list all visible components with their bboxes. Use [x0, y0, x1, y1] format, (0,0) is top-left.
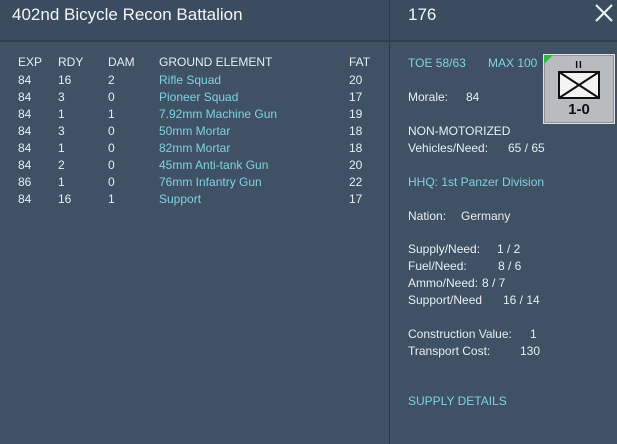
- vehicles-value: 65 / 65: [508, 141, 545, 155]
- transport-value: 130: [520, 344, 541, 358]
- table-header-row: EXP RDY DAM GROUND ELEMENT FAT: [12, 54, 389, 71]
- cell-dam: 1: [108, 191, 115, 206]
- cell-rdy: 1: [58, 140, 65, 155]
- motorization-status: NON-MOTORIZED: [408, 124, 511, 138]
- nation-label: Nation:: [408, 209, 447, 223]
- cell-dam: 0: [108, 157, 115, 172]
- cell-dam: 1: [108, 106, 115, 121]
- close-icon: [595, 4, 613, 22]
- recon-symbol-icon: [558, 71, 600, 99]
- cell-fat: 19: [349, 106, 363, 121]
- unit-title: 402nd Bicycle Recon Battalion: [12, 5, 243, 24]
- support-value: 16 / 14: [503, 293, 540, 307]
- panel-divider: [389, 0, 390, 444]
- column-header-fat[interactable]: FAT: [349, 54, 389, 71]
- cell-rdy: 1: [58, 174, 65, 189]
- toe-link[interactable]: TOE 58/63: [408, 56, 466, 70]
- hhq-link[interactable]: HHQ: 1st Panzer Division: [408, 175, 544, 189]
- ground-element-link[interactable]: 82mm Mortar: [159, 139, 349, 156]
- cell-rdy: 16: [58, 72, 72, 87]
- ground-element-link[interactable]: 50mm Mortar: [159, 122, 349, 139]
- table-row: 84 3 0 Pioneer Squad 17: [12, 88, 389, 105]
- cell-exp: 84: [18, 106, 32, 121]
- cell-dam: 0: [108, 123, 115, 138]
- column-header-exp[interactable]: EXP: [12, 54, 58, 71]
- cell-exp: 84: [18, 89, 32, 104]
- cell-rdy: 16: [58, 191, 72, 206]
- cell-dam: 0: [108, 174, 115, 189]
- morale-value: 84: [466, 90, 480, 104]
- ground-element-link[interactable]: Pioneer Squad: [159, 88, 349, 105]
- table-row: 84 16 2 Rifle Squad 20: [12, 71, 389, 88]
- cell-fat: 20: [349, 157, 363, 172]
- unit-counter[interactable]: II 1-0: [543, 54, 615, 124]
- unit-strength-label: 1-0: [568, 101, 590, 118]
- supply-value: 1 / 2: [497, 242, 521, 256]
- ground-element-link[interactable]: 45mm Anti-tank Gun: [159, 156, 349, 173]
- cell-fat: 17: [349, 191, 363, 206]
- column-header-dam[interactable]: DAM: [108, 54, 159, 71]
- supply-label: Supply/Need:: [408, 242, 481, 256]
- header-separator: [0, 40, 617, 42]
- cell-rdy: 2: [58, 157, 65, 172]
- fuel-value: 8 / 6: [498, 259, 522, 273]
- nation-value: Germany: [461, 209, 511, 223]
- table-row: 84 3 0 50mm Mortar 18: [12, 122, 389, 139]
- cell-dam: 0: [108, 89, 115, 104]
- close-button[interactable]: [594, 3, 614, 23]
- unit-size-label: II: [575, 60, 583, 71]
- cell-fat: 18: [349, 123, 363, 138]
- cell-fat: 17: [349, 89, 363, 104]
- table-row: 84 16 1 Support 17: [12, 190, 389, 207]
- cell-dam: 0: [108, 140, 115, 155]
- cell-exp: 84: [18, 140, 32, 155]
- column-header-ground-element[interactable]: GROUND ELEMENT: [159, 54, 349, 71]
- column-header-rdy[interactable]: RDY: [58, 54, 108, 71]
- table-row: 84 1 1 7.92mm Machine Gun 19: [12, 105, 389, 122]
- ammo-value: 8 / 7: [482, 276, 506, 290]
- supply-details-link[interactable]: SUPPLY DETAILS: [408, 394, 507, 408]
- ground-element-link[interactable]: Rifle Squad: [159, 71, 349, 88]
- cell-exp: 84: [18, 123, 32, 138]
- cell-fat: 18: [349, 140, 363, 155]
- ammo-label: Ammo/Need:: [408, 276, 479, 290]
- cell-rdy: 1: [58, 106, 65, 121]
- max-toe-link[interactable]: MAX 100: [488, 56, 537, 70]
- cell-exp: 86: [18, 174, 32, 189]
- cell-exp: 84: [18, 72, 32, 87]
- cell-fat: 22: [349, 174, 363, 189]
- support-label: Support/Need: [408, 293, 483, 307]
- ground-element-link[interactable]: Support: [159, 190, 349, 207]
- ground-element-link[interactable]: 76mm Infantry Gun: [159, 173, 349, 190]
- cell-exp: 84: [18, 191, 32, 206]
- cell-exp: 84: [18, 157, 32, 172]
- construction-value: 1: [530, 327, 537, 341]
- unit-number: 176: [408, 5, 437, 24]
- morale-label: Morale:: [408, 90, 449, 104]
- table-row: 84 2 0 45mm Anti-tank Gun 20: [12, 156, 389, 173]
- vehicles-label: Vehicles/Need:: [408, 141, 489, 155]
- fuel-label: Fuel/Need:: [408, 259, 467, 273]
- cell-dam: 2: [108, 72, 115, 87]
- cell-fat: 20: [349, 72, 363, 87]
- transport-label: Transport Cost:: [408, 344, 491, 358]
- ground-elements-table: EXP RDY DAM GROUND ELEMENT FAT 84 16 2 R…: [12, 54, 389, 207]
- table-row: 86 1 0 76mm Infantry Gun 22: [12, 173, 389, 190]
- construction-label: Construction Value:: [408, 327, 512, 341]
- cell-rdy: 3: [58, 123, 65, 138]
- table-row: 84 1 0 82mm Mortar 18: [12, 139, 389, 156]
- ground-element-link[interactable]: 7.92mm Machine Gun: [159, 105, 349, 122]
- cell-rdy: 3: [58, 89, 65, 104]
